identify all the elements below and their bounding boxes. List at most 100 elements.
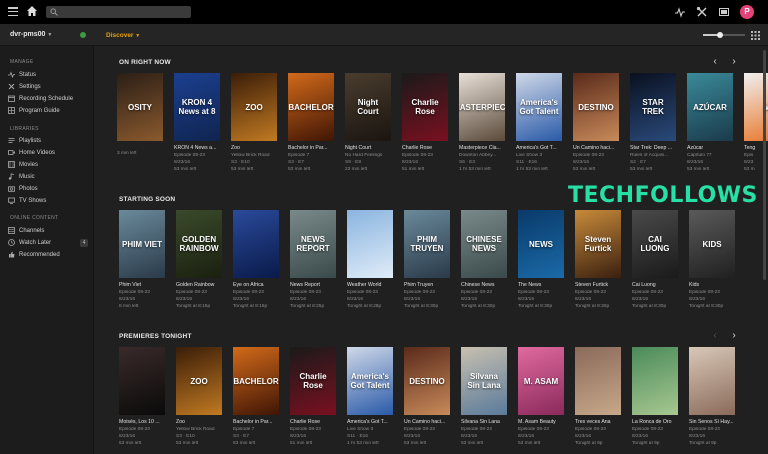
- poster-card[interactable]: DESTINO Un Camino haci... Episode 08-23 8/2…: [573, 73, 619, 172]
- card-title[interactable]: Zoo: [176, 419, 222, 425]
- settings-icon[interactable]: [696, 6, 708, 18]
- poster-image[interactable]: M. ASAM: [518, 347, 564, 415]
- card-title[interactable]: Bachelor in Par...: [233, 419, 279, 425]
- poster-image[interactable]: [233, 210, 279, 278]
- poster-card[interactable]: ZOO Zoo Yellow Brick Road S3 · E10 53 min le…: [231, 73, 277, 172]
- poster-card[interactable]: Eye on Africa Episode 08-23 8/23/16 Tonight…: [233, 210, 279, 309]
- card-title[interactable]: The News: [518, 282, 564, 288]
- card-title[interactable]: Eye on Africa: [233, 282, 279, 288]
- poster-image[interactable]: MASTERPIECE: [459, 73, 505, 141]
- card-title[interactable]: Golden Rainbow: [176, 282, 222, 288]
- poster-card[interactable]: M. ASAM M. Asam Beauty Episode 08-23 8/23/1…: [518, 347, 564, 446]
- card-title[interactable]: Masterpiece Cla...: [459, 145, 505, 151]
- poster-image[interactable]: GOLDEN RAINBOW: [176, 210, 222, 278]
- card-title[interactable]: Zoo: [231, 145, 277, 151]
- card-title[interactable]: Charlie Rose: [290, 419, 336, 425]
- avatar[interactable]: P: [740, 5, 754, 19]
- poster-image[interactable]: STAR TREK: [630, 73, 676, 141]
- card-title[interactable]: Azúcar: [687, 145, 733, 151]
- poster-card[interactable]: CHINESE NEWS Chinese News Episode 08-23 8/2…: [461, 210, 507, 309]
- poster-image[interactable]: Night Court: [345, 73, 391, 141]
- sidebar-item-playlists[interactable]: Playlists: [8, 136, 92, 147]
- card-title[interactable]: KRON 4 News a...: [174, 145, 220, 151]
- card-title[interactable]: Phim Truyen: [404, 282, 450, 288]
- poster-image[interactable]: ZOO: [231, 73, 277, 141]
- card-title[interactable]: Chinese News: [461, 282, 507, 288]
- poster-card[interactable]: America's Got Talent America's Got T... Li…: [516, 73, 562, 172]
- search-box[interactable]: [46, 6, 191, 18]
- poster-card[interactable]: PHIM VIET Phim Viet Episode 08-23 8/23/16 8 …: [119, 210, 165, 309]
- sidebar-item-tv-shows[interactable]: TV Shows: [8, 196, 92, 207]
- sidebar-item-recording-schedule[interactable]: Recording Schedule: [8, 94, 92, 105]
- home-icon[interactable]: [26, 5, 38, 17]
- poster-image[interactable]: PHIM TRUYEN: [404, 210, 450, 278]
- poster-card[interactable]: Sin Senos Sí Hay... Episode 08-23 8/23/16 T…: [689, 347, 735, 446]
- poster-image[interactable]: CHINESE NEWS: [461, 210, 507, 278]
- poster-image[interactable]: NEWS: [518, 210, 564, 278]
- poster-image[interactable]: OSITY: [117, 73, 163, 141]
- poster-image[interactable]: CAI LUONG: [632, 210, 678, 278]
- poster-card[interactable]: Tres veces Ana Episode 08-23 8/23/16 Tonigh…: [575, 347, 621, 446]
- sidebar-item-settings[interactable]: Settings: [8, 82, 92, 93]
- poster-card[interactable]: Charlie Rose Charlie Rose Episode 08-23 8/2…: [290, 347, 336, 446]
- poster-card[interactable]: La Ronca de Oro Episode 08-23 8/23/16 Tonig…: [632, 347, 678, 446]
- poster-card[interactable]: Charlie Rose Charlie Rose Episode 08-23 8/2…: [402, 73, 448, 172]
- card-title[interactable]: Un Camino haci...: [573, 145, 619, 151]
- poster-card[interactable]: MASTERPIECE Masterpiece Cla... Downton Abb…: [459, 73, 505, 172]
- poster-card[interactable]: KIDS Kids Episode 08-23 8/23/16 Tonight at 8…: [689, 210, 735, 309]
- poster-size-slider[interactable]: [703, 32, 745, 38]
- card-title[interactable]: Moisés, Los 10 ...: [119, 419, 165, 425]
- poster-image[interactable]: DESTINO: [404, 347, 450, 415]
- card-title[interactable]: M. Asam Beauty: [518, 419, 564, 425]
- poster-image[interactable]: Silvana Sin Lana: [461, 347, 507, 415]
- poster-card[interactable]: PHIM TRUYEN Phim Truyen Episode 08-23 8/23/…: [404, 210, 450, 309]
- card-title[interactable]: Weather World: [347, 282, 393, 288]
- card-title[interactable]: Cai Luong: [632, 282, 678, 288]
- hub-prev-arrow[interactable]: ‹: [710, 57, 720, 67]
- poster-card[interactable]: GOLDEN RAINBOW Golden Rainbow Episode 08-2…: [176, 210, 222, 309]
- hub-prev-arrow[interactable]: ‹: [710, 331, 720, 341]
- card-title[interactable]: Steven Furtick: [575, 282, 621, 288]
- poster-card[interactable]: Moisés, Los 10 ... Episode 08-23 8/23/16 53…: [119, 347, 165, 446]
- poster-card[interactable]: America's Got Talent America's Got T... Li…: [347, 347, 393, 446]
- poster-image[interactable]: ZOO: [176, 347, 222, 415]
- poster-image[interactable]: [347, 210, 393, 278]
- poster-image[interactable]: KRON 4 News at 8: [174, 73, 220, 141]
- menu-icon[interactable]: [8, 7, 18, 17]
- card-title[interactable]: Un Camino haci...: [404, 419, 450, 425]
- card-title[interactable]: La Ronca de Oro: [632, 419, 678, 425]
- poster-image[interactable]: [632, 347, 678, 415]
- sidebar-item-home-videos[interactable]: Home Videos: [8, 148, 92, 159]
- poster-card[interactable]: ZOO Zoo Yellow Brick Road S3 · E10 53 min le…: [176, 347, 222, 446]
- card-title[interactable]: America's Got T...: [347, 419, 393, 425]
- poster-image[interactable]: NEWS REPORT: [290, 210, 336, 278]
- poster-image[interactable]: Charlie Rose: [290, 347, 336, 415]
- poster-card[interactable]: BACHELOR Bachelor in Par... Episode 7 S3 · …: [288, 73, 334, 172]
- poster-card[interactable]: NEWS The News Episode 08-23 8/23/16 Tonight …: [518, 210, 564, 309]
- poster-image[interactable]: BACHELOR: [288, 73, 334, 141]
- poster-image[interactable]: [119, 347, 165, 415]
- activity-icon[interactable]: [674, 6, 686, 18]
- poster-image[interactable]: BACHELOR: [233, 347, 279, 415]
- sidebar-item-recommended[interactable]: Recommended: [8, 250, 92, 261]
- card-title[interactable]: America's Got T...: [516, 145, 562, 151]
- slider-handle[interactable]: [717, 32, 723, 38]
- poster-card[interactable]: Night Court Night Court No Hard Feelings S9…: [345, 73, 391, 172]
- sidebar-item-watch-later[interactable]: Watch Later 4: [8, 238, 92, 249]
- sidebar-item-photos[interactable]: Photos: [8, 184, 92, 195]
- card-title[interactable]: Night Court: [345, 145, 391, 151]
- poster-image[interactable]: AZÚCAR: [687, 73, 733, 141]
- poster-card[interactable]: Weather World Episode 08-23 8/23/16 Tonight…: [347, 210, 393, 309]
- card-title[interactable]: News Report: [290, 282, 336, 288]
- discover-dropdown[interactable]: Discover ▼: [106, 32, 140, 39]
- poster-image[interactable]: [575, 347, 621, 415]
- card-title[interactable]: Star Trek: Deep ...: [630, 145, 676, 151]
- poster-card[interactable]: CAI LUONG Cai Luong Episode 08-23 8/23/16 To…: [632, 210, 678, 309]
- poster-card[interactable]: AZÚCAR Azúcar Capítulo 77 8/23/16 53 min lef…: [687, 73, 733, 172]
- poster-image[interactable]: KIDS: [689, 210, 735, 278]
- card-title[interactable]: Charlie Rose: [402, 145, 448, 151]
- poster-card[interactable]: OSITY 3 min left: [117, 73, 163, 156]
- card-title[interactable]: Bachelor in Par...: [288, 145, 334, 151]
- poster-image[interactable]: America's Got Talent: [516, 73, 562, 141]
- card-title[interactable]: Phim Viet: [119, 282, 165, 288]
